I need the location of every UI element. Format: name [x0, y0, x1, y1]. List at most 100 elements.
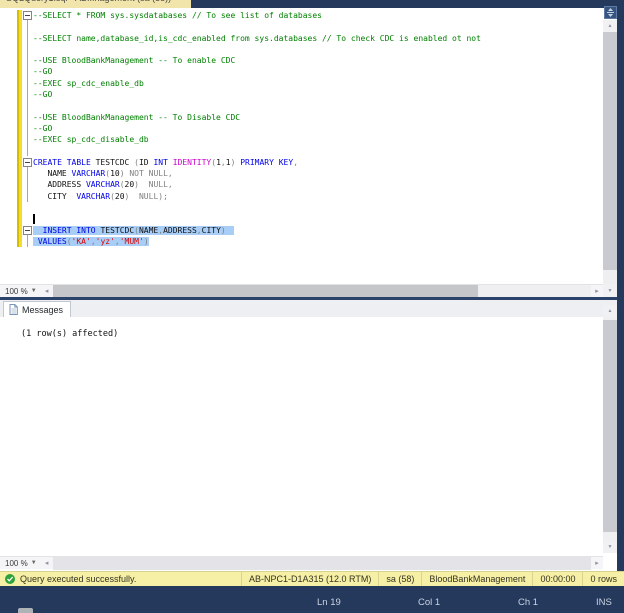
- code-token: VARCHAR: [67, 169, 106, 178]
- code-token: 'yz': [96, 237, 115, 246]
- query-status-bar: Query executed successfully. AB-NPC1-D1A…: [0, 571, 624, 586]
- code-line-text: --GO: [33, 90, 52, 99]
- code-line[interactable]: [33, 213, 481, 224]
- code-area[interactable]: --SELECT * FROM sys.sysdatabases // To s…: [33, 10, 481, 247]
- fold-toggle-icon[interactable]: [23, 226, 32, 235]
- code-line[interactable]: [33, 100, 481, 111]
- code-line[interactable]: INSERT INTO TESTCDC(NAME,ADDRESS,CITY): [33, 225, 481, 236]
- code-token: CITY: [202, 226, 221, 235]
- code-line[interactable]: --EXEC sp_cdc_enable_db: [33, 78, 481, 89]
- editor-zoom-value: 100 %: [5, 287, 28, 296]
- cursor-char-indicator: Ch 1: [518, 597, 538, 608]
- scroll-down-icon[interactable]: ▼: [603, 284, 617, 297]
- code-line[interactable]: --USE BloodBankManagement -- To enable C…: [33, 55, 481, 66]
- code-token: --GO: [33, 124, 52, 133]
- code-token: ADDRESS: [163, 226, 197, 235]
- code-line[interactable]: VALUES('KA','yz','MUM'): [33, 236, 481, 247]
- code-line[interactable]: --SELECT name,database_id,is_cdc_enabled…: [33, 33, 481, 44]
- success-check-icon: [5, 574, 15, 584]
- editor-hscroll-thumb[interactable]: [53, 285, 478, 298]
- code-line[interactable]: ADDRESS VARCHAR(20) NULL,: [33, 179, 481, 190]
- message-document-icon: [9, 304, 18, 315]
- code-token: --SELECT * FROM sys.sysdatabases // To s…: [33, 11, 322, 20]
- code-token: ADDRESS: [33, 180, 81, 189]
- tab-messages-label: Messages: [22, 305, 63, 315]
- code-token: CITY: [33, 192, 72, 201]
- messages-pane: Messages (1 row(s) affected) ▲ ▼ 100 % ▼…: [0, 300, 624, 571]
- code-token: IDENTITY: [168, 158, 211, 167]
- code-line[interactable]: --GO: [33, 89, 481, 100]
- messages-vscroll-thumb[interactable]: [603, 320, 617, 532]
- close-icon[interactable]: ✕: [178, 0, 185, 2]
- selected-text: VALUES('KA','yz','MUM'): [33, 237, 149, 246]
- tab-messages[interactable]: Messages: [3, 301, 71, 317]
- code-line[interactable]: --GO: [33, 123, 481, 134]
- code-line[interactable]: --USE BloodBankManagement -- To Disable …: [33, 112, 481, 123]
- messages-zoom-control[interactable]: 100 % ▼: [0, 559, 41, 568]
- code-line-text: --EXEC sp_cdc_enable_db: [33, 79, 144, 88]
- scroll-up-icon[interactable]: ▲: [603, 305, 617, 317]
- current-database: BloodBankManagement: [421, 572, 532, 586]
- scroll-right-icon[interactable]: ▸: [591, 287, 603, 295]
- code-token: ,: [293, 158, 298, 167]
- code-token: INT: [149, 158, 168, 167]
- split-editor-button[interactable]: [604, 6, 617, 19]
- code-token: --SELECT name,database_id,is_cdc_enabled…: [33, 34, 481, 43]
- cursor-column-indicator: Col 1: [418, 597, 440, 608]
- code-token: VARCHAR: [81, 180, 120, 189]
- results-tab-strip: Messages: [0, 300, 617, 317]
- messages-output-text: (1 row(s) affected): [21, 329, 118, 339]
- code-line-text: --SELECT name,database_id,is_cdc_enabled…: [33, 34, 481, 43]
- code-token: PRIMARY KEY: [235, 158, 293, 167]
- messages-hscroll-track[interactable]: [53, 557, 591, 570]
- code-token: ,: [168, 169, 173, 178]
- code-line[interactable]: [33, 21, 481, 32]
- code-token: VARCHAR: [72, 192, 111, 201]
- messages-hscroll-thumb[interactable]: [53, 557, 591, 570]
- code-line-text: --USE BloodBankManagement -- To enable C…: [33, 56, 235, 65]
- execution-time: 00:00:00: [532, 572, 582, 586]
- track-changes-bar: [17, 10, 22, 247]
- editor-zoom-control[interactable]: 100 % ▼: [0, 287, 41, 296]
- row-count: 0 rows: [582, 572, 624, 586]
- code-line[interactable]: CREATE TABLE TESTCDC (ID INT IDENTITY(1,…: [33, 157, 481, 168]
- messages-bottom-bar: 100 % ▼ ◂ ▸: [0, 556, 603, 569]
- code-line[interactable]: [33, 202, 481, 213]
- code-token: 'KA': [72, 237, 91, 246]
- code-token: ): [144, 237, 149, 246]
- login-user: sa (58): [378, 572, 421, 586]
- code-line-text: NAME VARCHAR(10) NOT NULL,: [33, 169, 173, 178]
- window-fragment: [18, 608, 33, 613]
- messages-output[interactable]: (1 row(s) affected): [0, 317, 603, 553]
- fold-toggle-icon[interactable]: [23, 158, 32, 167]
- code-line[interactable]: [33, 44, 481, 55]
- editor-hscroll-track[interactable]: [53, 285, 591, 298]
- document-tab[interactable]: SQLQuery1.sql - AB...nagement (sa (58)) …: [0, 0, 191, 8]
- code-token: 20: [115, 192, 125, 201]
- text-caret: [33, 214, 35, 224]
- code-token: TESTCDC: [96, 226, 135, 235]
- code-line-text: --GO: [33, 67, 52, 76]
- scroll-left-icon[interactable]: ◂: [41, 559, 53, 567]
- document-tab-strip: SQLQuery1.sql - AB...nagement (sa (58)) …: [0, 0, 624, 8]
- code-token: 20: [125, 180, 135, 189]
- split-icon: [606, 8, 615, 17]
- code-line[interactable]: --SELECT * FROM sys.sysdatabases // To s…: [33, 10, 481, 21]
- code-line[interactable]: NAME VARCHAR(10) NOT NULL,: [33, 168, 481, 179]
- dropdown-icon: ▼: [31, 560, 37, 566]
- code-token: --GO: [33, 90, 52, 99]
- scroll-up-icon[interactable]: ▲: [603, 20, 617, 32]
- code-line[interactable]: CITY VARCHAR(20) NULL);: [33, 191, 481, 202]
- code-token: NAME: [139, 226, 158, 235]
- code-line[interactable]: --EXEC sp_cdc_disable_db: [33, 134, 481, 145]
- code-line[interactable]: --GO: [33, 66, 481, 77]
- scroll-down-icon[interactable]: ▼: [603, 541, 617, 553]
- scroll-right-icon[interactable]: ▸: [591, 559, 603, 567]
- sql-editor[interactable]: --SELECT * FROM sys.sysdatabases // To s…: [0, 8, 624, 297]
- scroll-left-icon[interactable]: ◂: [41, 287, 53, 295]
- code-line[interactable]: [33, 146, 481, 157]
- document-tab-title: SQLQuery1.sql - AB...nagement (sa (58)): [6, 0, 174, 3]
- code-line-text: --EXEC sp_cdc_disable_db: [33, 135, 149, 144]
- fold-toggle-icon[interactable]: [23, 11, 32, 20]
- editor-vscroll-thumb[interactable]: [603, 32, 617, 270]
